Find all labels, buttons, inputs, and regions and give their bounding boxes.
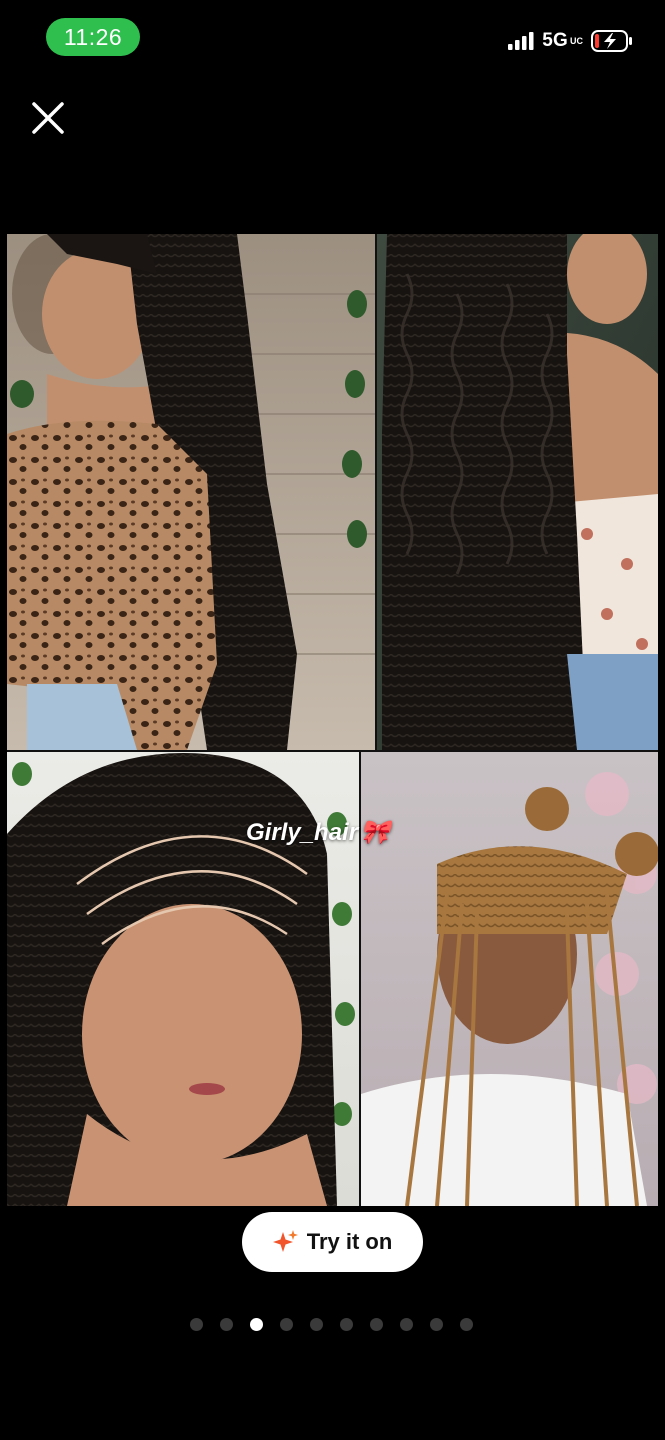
- sparkle-icon: [272, 1230, 298, 1252]
- page-dot[interactable]: [430, 1318, 443, 1331]
- watermark-text: Girly_hair: [246, 818, 359, 846]
- status-time: 11:26: [46, 18, 140, 56]
- page-dot[interactable]: [460, 1318, 473, 1331]
- network-type: 5G: [542, 30, 568, 51]
- image-pagination: [190, 1318, 480, 1332]
- try-it-on-label: Try it on: [306, 1229, 393, 1254]
- bow-emoji-icon: 🎀: [360, 819, 390, 846]
- hairstyle-collage: [7, 234, 658, 1206]
- status-indicators: 5G UC: [508, 28, 633, 54]
- network-subtype: UC: [570, 35, 583, 46]
- pin-image[interactable]: Girly_hair 🎀: [7, 234, 658, 1206]
- battery-charging-icon: [591, 30, 632, 52]
- page-dot-active[interactable]: [250, 1318, 263, 1331]
- status-bar: 11:26 5G UC: [0, 0, 665, 76]
- page-dot[interactable]: [280, 1318, 293, 1331]
- page-dot[interactable]: [310, 1318, 323, 1331]
- page-dot[interactable]: [190, 1318, 203, 1331]
- close-icon: [32, 102, 64, 134]
- pin-watermark: Girly_hair 🎀: [246, 818, 390, 847]
- page-dot[interactable]: [400, 1318, 413, 1331]
- close-button[interactable]: [26, 96, 70, 140]
- page-dot[interactable]: [370, 1318, 383, 1331]
- cellular-signal-icon: [508, 32, 534, 50]
- page-dot[interactable]: [340, 1318, 353, 1331]
- page-dot[interactable]: [220, 1318, 233, 1331]
- try-it-on-button[interactable]: Try it on: [242, 1212, 423, 1272]
